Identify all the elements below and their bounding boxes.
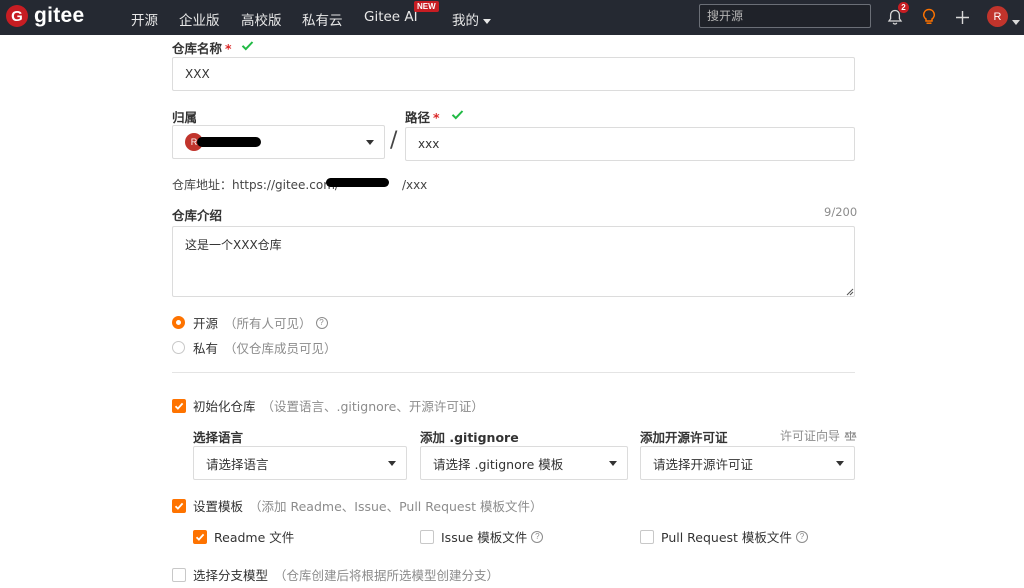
license-select-value: 请选择开源许可证	[653, 456, 754, 472]
resize-handle-icon[interactable]	[846, 288, 854, 296]
visibility-public-label: 开源	[193, 316, 219, 331]
plus-icon[interactable]	[951, 6, 973, 28]
readme-option[interactable]: Readme 文件	[193, 527, 294, 546]
init-repo-option[interactable]: 初始化仓库 （设置语言、.gitignore、开源许可证）	[172, 396, 484, 415]
intro-label: 仓库介绍	[172, 208, 223, 223]
branch-model-checkbox[interactable]	[172, 567, 186, 582]
visibility-public-hint: （所有人可见）	[224, 316, 312, 331]
gitee-logo[interactable]: G gitee	[6, 4, 85, 28]
chevron-down-icon	[836, 461, 844, 466]
license-select[interactable]: 请选择开源许可证	[640, 446, 855, 480]
user-avatar[interactable]: R	[987, 6, 1008, 27]
help-icon[interactable]: ?	[531, 530, 544, 543]
repo-name-label-text: 仓库名称	[172, 41, 223, 56]
visibility-private-label: 私有	[193, 341, 219, 356]
checkmark-icon	[174, 402, 184, 410]
pr-template-checkbox[interactable]	[640, 529, 654, 544]
help-icon[interactable]: ?	[795, 530, 808, 543]
avatar-menu-caret	[1012, 20, 1020, 25]
templates-checkbox[interactable]	[172, 498, 186, 513]
repo-name-label: 仓库名称 *	[172, 38, 232, 57]
issue-template-label: Issue 模板文件	[441, 530, 528, 545]
templates-option[interactable]: 设置模板 （添加 Readme、Issue、Pull Request 模板文件）	[172, 496, 543, 515]
nav-link-private-cloud[interactable]: 私有云	[302, 9, 343, 29]
chevron-down-icon	[388, 461, 396, 466]
radio-private[interactable]	[172, 341, 185, 354]
readme-checkbox[interactable]	[193, 529, 207, 544]
radio-public[interactable]	[172, 316, 185, 329]
check-icon	[451, 110, 464, 120]
repo-name-input[interactable]	[172, 57, 855, 91]
search-input[interactable]	[699, 4, 871, 28]
issue-template-checkbox[interactable]	[420, 529, 434, 544]
issue-template-option[interactable]: Issue 模板文件 ?	[420, 527, 544, 546]
branch-model-option[interactable]: 选择分支模型 （仓库创建后将根据所选模型创建分支）	[172, 565, 499, 584]
lightbulb-icon[interactable]	[918, 6, 940, 28]
license-guide-text: 许可证向导	[780, 429, 841, 443]
chevron-down-icon	[366, 140, 374, 145]
nav-link-mine-label: 我的	[452, 13, 479, 29]
scale-icon	[844, 431, 857, 441]
branch-model-label: 选择分支模型	[193, 568, 269, 583]
intro-char-counter: 9/200	[824, 205, 858, 219]
repo-address-suffix: /xxx	[401, 178, 428, 192]
path-label: 路径 *	[405, 107, 440, 126]
visibility-option-public[interactable]: 开源 （所有人可见） ?	[172, 313, 328, 332]
pr-template-label: Pull Request 模板文件	[661, 530, 792, 545]
visibility-private-hint: （仅仓库成员可见）	[224, 341, 337, 356]
checkmark-icon	[195, 533, 205, 541]
templates-label: 设置模板	[193, 499, 244, 514]
nav-link-enterprise[interactable]: 企业版	[179, 9, 220, 29]
nav-link-education[interactable]: 高校版	[241, 9, 282, 29]
init-repo-hint: （设置语言、.gitignore、开源许可证）	[261, 399, 484, 414]
license-label: 添加开源许可证	[640, 430, 728, 445]
check-icon	[241, 41, 254, 51]
path-label-text: 路径	[405, 110, 431, 125]
required-mark: *	[225, 41, 232, 56]
path-separator: /	[390, 128, 398, 153]
section-divider	[172, 372, 855, 373]
templates-hint: （添加 Readme、Issue、Pull Request 模板文件）	[249, 499, 543, 514]
intro-textarea[interactable]: 这是一个XXX仓库	[172, 226, 855, 297]
repo-address-prefix: 仓库地址：https://gitee.com/	[172, 178, 339, 192]
nav-link-gitee-ai[interactable]: Gitee AI	[364, 9, 418, 25]
gitignore-select-value: 请选择 .gitignore 模板	[433, 456, 564, 472]
gitee-logo-text: gitee	[34, 4, 85, 27]
nav-link-mine[interactable]: 我的	[452, 9, 491, 29]
new-badge: NEW	[414, 1, 439, 12]
license-guide-link[interactable]: 许可证向导	[780, 427, 857, 444]
gitee-logo-icon: G	[6, 5, 28, 27]
checkmark-icon	[174, 502, 184, 510]
init-repo-label: 初始化仓库	[193, 399, 256, 414]
gitignore-label: 添加 .gitignore	[420, 430, 519, 445]
pr-template-option[interactable]: Pull Request 模板文件 ?	[640, 527, 808, 546]
language-select-value: 请选择语言	[206, 456, 269, 472]
help-icon[interactable]: ?	[315, 316, 328, 329]
branch-model-hint: （仓库创建后将根据所选模型创建分支）	[274, 568, 500, 583]
nav-link-open-source[interactable]: 开源	[131, 9, 158, 29]
visibility-option-private[interactable]: 私有 （仅仓库成员可见）	[172, 338, 337, 357]
path-input[interactable]	[405, 127, 855, 161]
language-label: 选择语言	[193, 430, 244, 445]
notification-count-badge: 2	[898, 2, 909, 13]
gitignore-select[interactable]: 请选择 .gitignore 模板	[420, 446, 628, 480]
redacted-owner-name	[197, 137, 261, 147]
chevron-down-icon[interactable]	[1012, 15, 1020, 30]
chevron-down-icon	[483, 18, 491, 24]
init-repo-checkbox[interactable]	[172, 398, 186, 413]
chevron-down-icon	[609, 461, 617, 466]
repo-address: 仓库地址：https://gitee.com/ /xxx	[172, 176, 427, 193]
language-select[interactable]: 请选择语言	[193, 446, 407, 480]
redacted-address-owner	[326, 178, 389, 187]
readme-label: Readme 文件	[214, 530, 295, 545]
top-navbar: G gitee 开源 企业版 高校版 私有云 Gitee AI NEW 我的 2…	[0, 0, 1024, 35]
required-mark: *	[433, 110, 440, 125]
owner-label: 归属	[172, 110, 198, 125]
